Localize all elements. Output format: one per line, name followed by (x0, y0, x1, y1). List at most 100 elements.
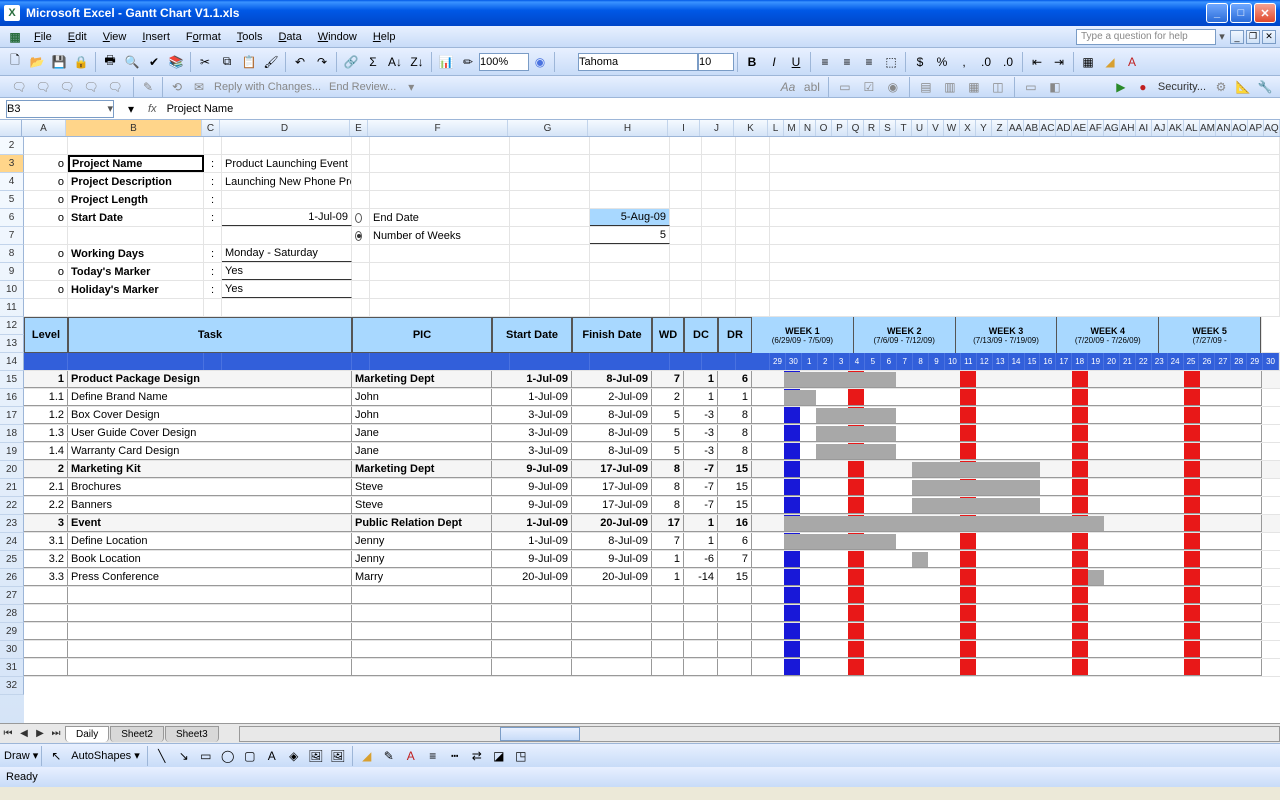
col-header-Q[interactable]: Q (848, 120, 864, 136)
col-header-AL[interactable]: AL (1184, 120, 1200, 136)
bold-button[interactable]: B (742, 52, 762, 72)
col-header-X[interactable]: X (960, 120, 976, 136)
row-header-2[interactable]: 2 (0, 137, 24, 155)
row-header-4[interactable]: 4 (0, 173, 24, 191)
design-icon[interactable]: 📐 (1233, 77, 1253, 97)
row-header-15[interactable]: 15 (0, 371, 24, 389)
name-box[interactable]: B3 ▾ (6, 100, 114, 118)
menu-file[interactable]: File (26, 29, 60, 45)
align-left-icon[interactable]: ≡ (815, 52, 835, 72)
col-header-AJ[interactable]: AJ (1152, 120, 1168, 136)
col-header-I[interactable]: I (668, 120, 700, 136)
copy-icon[interactable]: ⧉ (217, 52, 237, 72)
col-header-V[interactable]: V (928, 120, 944, 136)
percent-icon[interactable]: % (932, 52, 952, 72)
col-header-O[interactable]: O (816, 120, 832, 136)
forms-spin-icon[interactable]: ◫ (988, 77, 1008, 97)
col-header-P[interactable]: P (832, 120, 848, 136)
col-header-L[interactable]: L (768, 120, 784, 136)
row-header-32[interactable]: 32 (0, 677, 24, 695)
row-header-31[interactable]: 31 (0, 659, 24, 677)
menu-insert[interactable]: Insert (134, 29, 178, 45)
col-header-G[interactable]: G (508, 120, 588, 136)
paste-icon[interactable]: 📋 (239, 52, 259, 72)
tab-prev-icon[interactable]: ◀ (16, 726, 32, 742)
vba-icon[interactable]: ⚙ (1211, 77, 1231, 97)
controls-icon[interactable]: 🔧 (1255, 77, 1275, 97)
row-header-22[interactable]: 22 (0, 497, 24, 515)
workbook-minimize-button[interactable]: _ (1230, 30, 1244, 44)
select-objects-icon[interactable]: ↖ (46, 746, 66, 766)
help-dropdown-icon[interactable]: ▾ (1216, 30, 1228, 43)
row-header-26[interactable]: 26 (0, 569, 24, 587)
col-header-C[interactable]: C (202, 120, 220, 136)
increase-indent-icon[interactable]: ⇥ (1049, 52, 1069, 72)
row-header-9[interactable]: 9 (0, 263, 24, 281)
workbook-restore-button[interactable]: ❐ (1246, 30, 1260, 44)
mail-icon[interactable]: ✉ (189, 77, 209, 97)
minimize-button[interactable]: _ (1206, 3, 1228, 23)
clipart-icon[interactable]: 🖼 (306, 746, 326, 766)
menu-edit[interactable]: Edit (60, 29, 95, 45)
forms-scroll-icon[interactable]: ▦ (964, 77, 984, 97)
row-header-24[interactable]: 24 (0, 533, 24, 551)
forms-aa-icon[interactable]: Aa (778, 77, 798, 97)
col-header-AA[interactable]: AA (1008, 120, 1024, 136)
col-header-AG[interactable]: AG (1104, 120, 1120, 136)
redo-icon[interactable]: ↷ (312, 52, 332, 72)
sort-asc-icon[interactable]: A↓ (385, 52, 405, 72)
menu-data[interactable]: Data (270, 29, 309, 45)
borders-icon[interactable]: ▦ (1078, 52, 1098, 72)
ink-icon[interactable]: ✎ (138, 77, 158, 97)
spelling-icon[interactable]: ✔ (144, 52, 164, 72)
row-header-11[interactable]: 11 (0, 299, 24, 317)
excel-menu-icon[interactable]: ▦ (5, 27, 25, 47)
col-header-AF[interactable]: AF (1088, 120, 1104, 136)
reply-changes-button[interactable]: Reply with Changes... (210, 81, 325, 93)
col-header-AM[interactable]: AM (1200, 120, 1216, 136)
col-header-AO[interactable]: AO (1232, 120, 1248, 136)
font-name-input[interactable] (578, 53, 698, 71)
col-header-R[interactable]: R (864, 120, 880, 136)
align-center-icon[interactable]: ≡ (837, 52, 857, 72)
col-header-AC[interactable]: AC (1040, 120, 1056, 136)
row-header-3[interactable]: 3 (0, 155, 24, 173)
fill-color-draw-icon[interactable]: ◢ (357, 746, 377, 766)
autoshapes-menu[interactable]: AutoShapes ▾ (67, 749, 144, 762)
font-color-draw-icon[interactable]: A (401, 746, 421, 766)
forms-list-icon[interactable]: ▤ (916, 77, 936, 97)
drawing-icon[interactable]: ✏ (458, 52, 478, 72)
col-header-Y[interactable]: Y (976, 120, 992, 136)
draw-menu[interactable]: Draw ▾ (4, 749, 38, 762)
oval-icon[interactable]: ◯ (218, 746, 238, 766)
col-header-AK[interactable]: AK (1168, 120, 1184, 136)
row-header-19[interactable]: 19 (0, 443, 24, 461)
col-header-W[interactable]: W (944, 120, 960, 136)
forms-group-icon[interactable]: ▭ (835, 77, 855, 97)
col-header-S[interactable]: S (880, 120, 896, 136)
row-header-27[interactable]: 27 (0, 587, 24, 605)
col-header-AH[interactable]: AH (1120, 120, 1136, 136)
row-header-16[interactable]: 16 (0, 389, 24, 407)
col-header-N[interactable]: N (800, 120, 816, 136)
line-icon[interactable]: ╲ (152, 746, 172, 766)
zoom-input[interactable] (479, 53, 529, 71)
rectangle-icon[interactable]: ▭ (196, 746, 216, 766)
wordart-icon[interactable]: A (262, 746, 282, 766)
print-icon[interactable]: 🖶 (100, 52, 120, 72)
col-header-AE[interactable]: AE (1072, 120, 1088, 136)
arrow-style-icon[interactable]: ⇄ (467, 746, 487, 766)
forms-check-icon[interactable]: ☑ (859, 77, 879, 97)
close-button[interactable]: ✕ (1254, 3, 1276, 23)
row-header-21[interactable]: 21 (0, 479, 24, 497)
tab-first-icon[interactable]: ⏮ (0, 726, 16, 742)
forms-radio-icon[interactable]: ◉ (883, 77, 903, 97)
review-icon-1[interactable]: 🗨 (9, 77, 29, 97)
format-painter-icon[interactable]: 🖌 (261, 52, 281, 72)
fn-wizard-icon[interactable]: ▾ (121, 99, 141, 119)
undo-icon[interactable]: ↶ (290, 52, 310, 72)
security-button[interactable]: Security... (1154, 81, 1210, 93)
workbook-close-button[interactable]: ✕ (1262, 30, 1276, 44)
row-header-29[interactable]: 29 (0, 623, 24, 641)
comma-icon[interactable]: , (954, 52, 974, 72)
